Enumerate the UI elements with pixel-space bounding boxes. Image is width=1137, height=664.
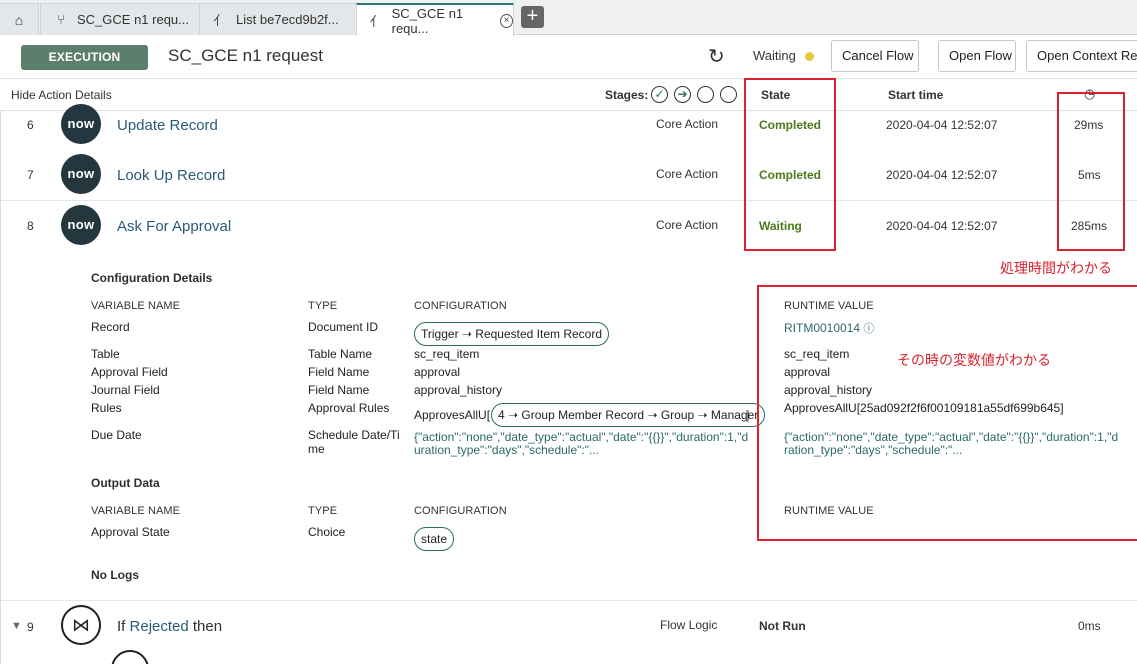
configuration-line2: uration_type":"days","schedule":"... xyxy=(414,443,599,457)
add-tab-button[interactable]: + xyxy=(521,6,544,28)
variable-type: Document ID xyxy=(308,320,379,334)
table-header xyxy=(0,78,1137,111)
action-state: Not Run xyxy=(759,619,806,633)
flow-icon: ⑂ xyxy=(57,12,65,27)
start-time-column-header: Start time xyxy=(888,88,944,102)
status-text: Waiting xyxy=(753,48,796,63)
status-dot xyxy=(805,52,814,61)
row-number: 7 xyxy=(27,168,34,182)
action-title-link[interactable]: Update Record xyxy=(117,117,218,134)
tab-flow-request[interactable]: ⑂ SC_GCE n1 requ... xyxy=(40,3,200,35)
variable-name-column: VARIABLE NAME xyxy=(91,300,181,312)
now-logo-icon: now xyxy=(61,154,101,194)
next-step-icon xyxy=(111,650,149,664)
if-keyword: If xyxy=(117,618,130,635)
action-type: Core Action xyxy=(656,167,719,181)
stage-complete-icon: ✓ xyxy=(651,86,668,103)
variable-type-line1: Schedule Date/Ti xyxy=(308,428,400,442)
stage-pending-icon xyxy=(697,86,714,103)
row-divider xyxy=(0,200,1137,201)
home-icon: ⌂ xyxy=(14,11,24,28)
home-tab[interactable]: ⌂ xyxy=(0,3,39,35)
now-logo-icon: now xyxy=(61,104,101,144)
configuration-line1: {"action":"none","date_type":"actual","d… xyxy=(414,430,749,444)
row-number: 8 xyxy=(27,219,34,233)
action-start-time: 2020-04-04 12:52:07 xyxy=(886,219,998,233)
row-number: 6 xyxy=(27,118,34,132)
variable-type: Field Name xyxy=(308,383,370,397)
variable-type: Choice xyxy=(308,525,346,539)
refresh-icon[interactable]: ↻ xyxy=(708,44,725,69)
hide-action-details-link[interactable]: Hide Action Details xyxy=(11,88,112,102)
open-context-record-button[interactable]: Open Context Reco xyxy=(1026,40,1137,72)
configuration-column: CONFIGURATION xyxy=(414,505,507,517)
type-column: TYPE xyxy=(308,300,338,312)
configuration-prefix: ApprovesAllU[ xyxy=(414,408,491,422)
no-logs-text: No Logs xyxy=(91,568,139,582)
duration-highlight-box xyxy=(1057,92,1125,251)
tab-label: SC_GCE n1 requ... xyxy=(77,12,189,27)
configuration-suffix: ] xyxy=(746,408,750,422)
configuration-pill: state xyxy=(414,527,455,551)
variable-type-line2: me xyxy=(308,442,325,456)
variable-name-column: VARIABLE NAME xyxy=(91,505,181,517)
variable-name: Approval State xyxy=(91,525,170,539)
pulse-icon: ⺅ xyxy=(213,13,227,28)
tab-label: SC_GCE n1 requ... xyxy=(391,5,464,36)
configuration-value: approval xyxy=(414,365,461,379)
tab-list[interactable]: ⺅ List be7ecd9b2f... xyxy=(199,3,357,35)
pulse-icon: ⺅ xyxy=(369,14,383,29)
stage-pending-icon xyxy=(720,86,737,103)
open-flow-button[interactable]: Open Flow xyxy=(938,40,1016,72)
condition-link[interactable]: Rejected xyxy=(130,618,189,635)
row-divider xyxy=(0,600,1137,601)
row-number: 9 xyxy=(27,620,34,634)
variable-name: Journal Field xyxy=(91,383,160,397)
variable-name: Approval Field xyxy=(91,365,168,379)
action-start-time: 2020-04-04 12:52:07 xyxy=(886,168,998,182)
variable-name: Due Date xyxy=(91,428,142,442)
stage-current-icon: ➔ xyxy=(674,86,691,103)
configuration-value: sc_req_item xyxy=(414,347,480,361)
variable-annotation: その時の変数値がわかる xyxy=(897,352,1051,368)
variable-type: Table Name xyxy=(308,347,373,361)
variable-type: Field Name xyxy=(308,365,370,379)
tab-label: List be7ecd9b2f... xyxy=(236,12,339,27)
configuration-column: CONFIGURATION xyxy=(414,300,507,312)
left-border xyxy=(0,111,1,664)
duration-annotation: 処理時間がわかる xyxy=(1000,260,1112,276)
page-title: SC_GCE n1 request xyxy=(168,46,323,65)
stages-label: Stages: xyxy=(605,88,649,102)
then-keyword: then xyxy=(188,618,223,635)
tab-execution[interactable]: ⺅ SC_GCE n1 requ... × xyxy=(356,3,514,36)
configuration-value: approval_history xyxy=(414,383,503,397)
variable-name: Rules xyxy=(91,401,122,415)
action-type: Core Action xyxy=(656,218,719,232)
type-column: TYPE xyxy=(308,505,338,517)
close-icon[interactable]: × xyxy=(500,13,513,28)
action-type: Core Action xyxy=(656,117,719,131)
variable-name: Table xyxy=(91,347,120,361)
flow-logic-title[interactable]: If Rejected then xyxy=(117,618,222,635)
action-start-time: 2020-04-04 12:52:07 xyxy=(886,118,998,132)
tab-bar: ⌂ ⑂ SC_GCE n1 requ... ⺅ List be7ecd9b2f.… xyxy=(0,0,1137,36)
action-duration: 0ms xyxy=(1078,619,1101,633)
execution-details-badge: EXECUTION DETAILS xyxy=(21,45,148,89)
cancel-flow-button[interactable]: Cancel Flow xyxy=(831,40,919,72)
output-data-heading: Output Data xyxy=(91,476,160,490)
variable-name: Record xyxy=(91,320,130,334)
configuration-details-heading: Configuration Details xyxy=(91,271,213,285)
action-title-link[interactable]: Look Up Record xyxy=(117,167,225,184)
flow-logic-icon: ⋈ xyxy=(61,605,101,645)
configuration-pill: 4 ➝ Group Member Record ➝ Group ➝ Manage… xyxy=(491,403,766,427)
action-title-link[interactable]: Ask For Approval xyxy=(117,218,231,235)
state-highlight-box xyxy=(744,78,836,251)
runtime-highlight-box xyxy=(757,285,1137,541)
now-logo-icon: now xyxy=(61,205,101,245)
collapse-icon[interactable]: ▼ xyxy=(11,620,22,632)
action-type: Flow Logic xyxy=(660,618,718,632)
configuration-pill: Trigger ➝ Requested Item Record xyxy=(414,322,610,346)
variable-type: Approval Rules xyxy=(308,401,390,415)
